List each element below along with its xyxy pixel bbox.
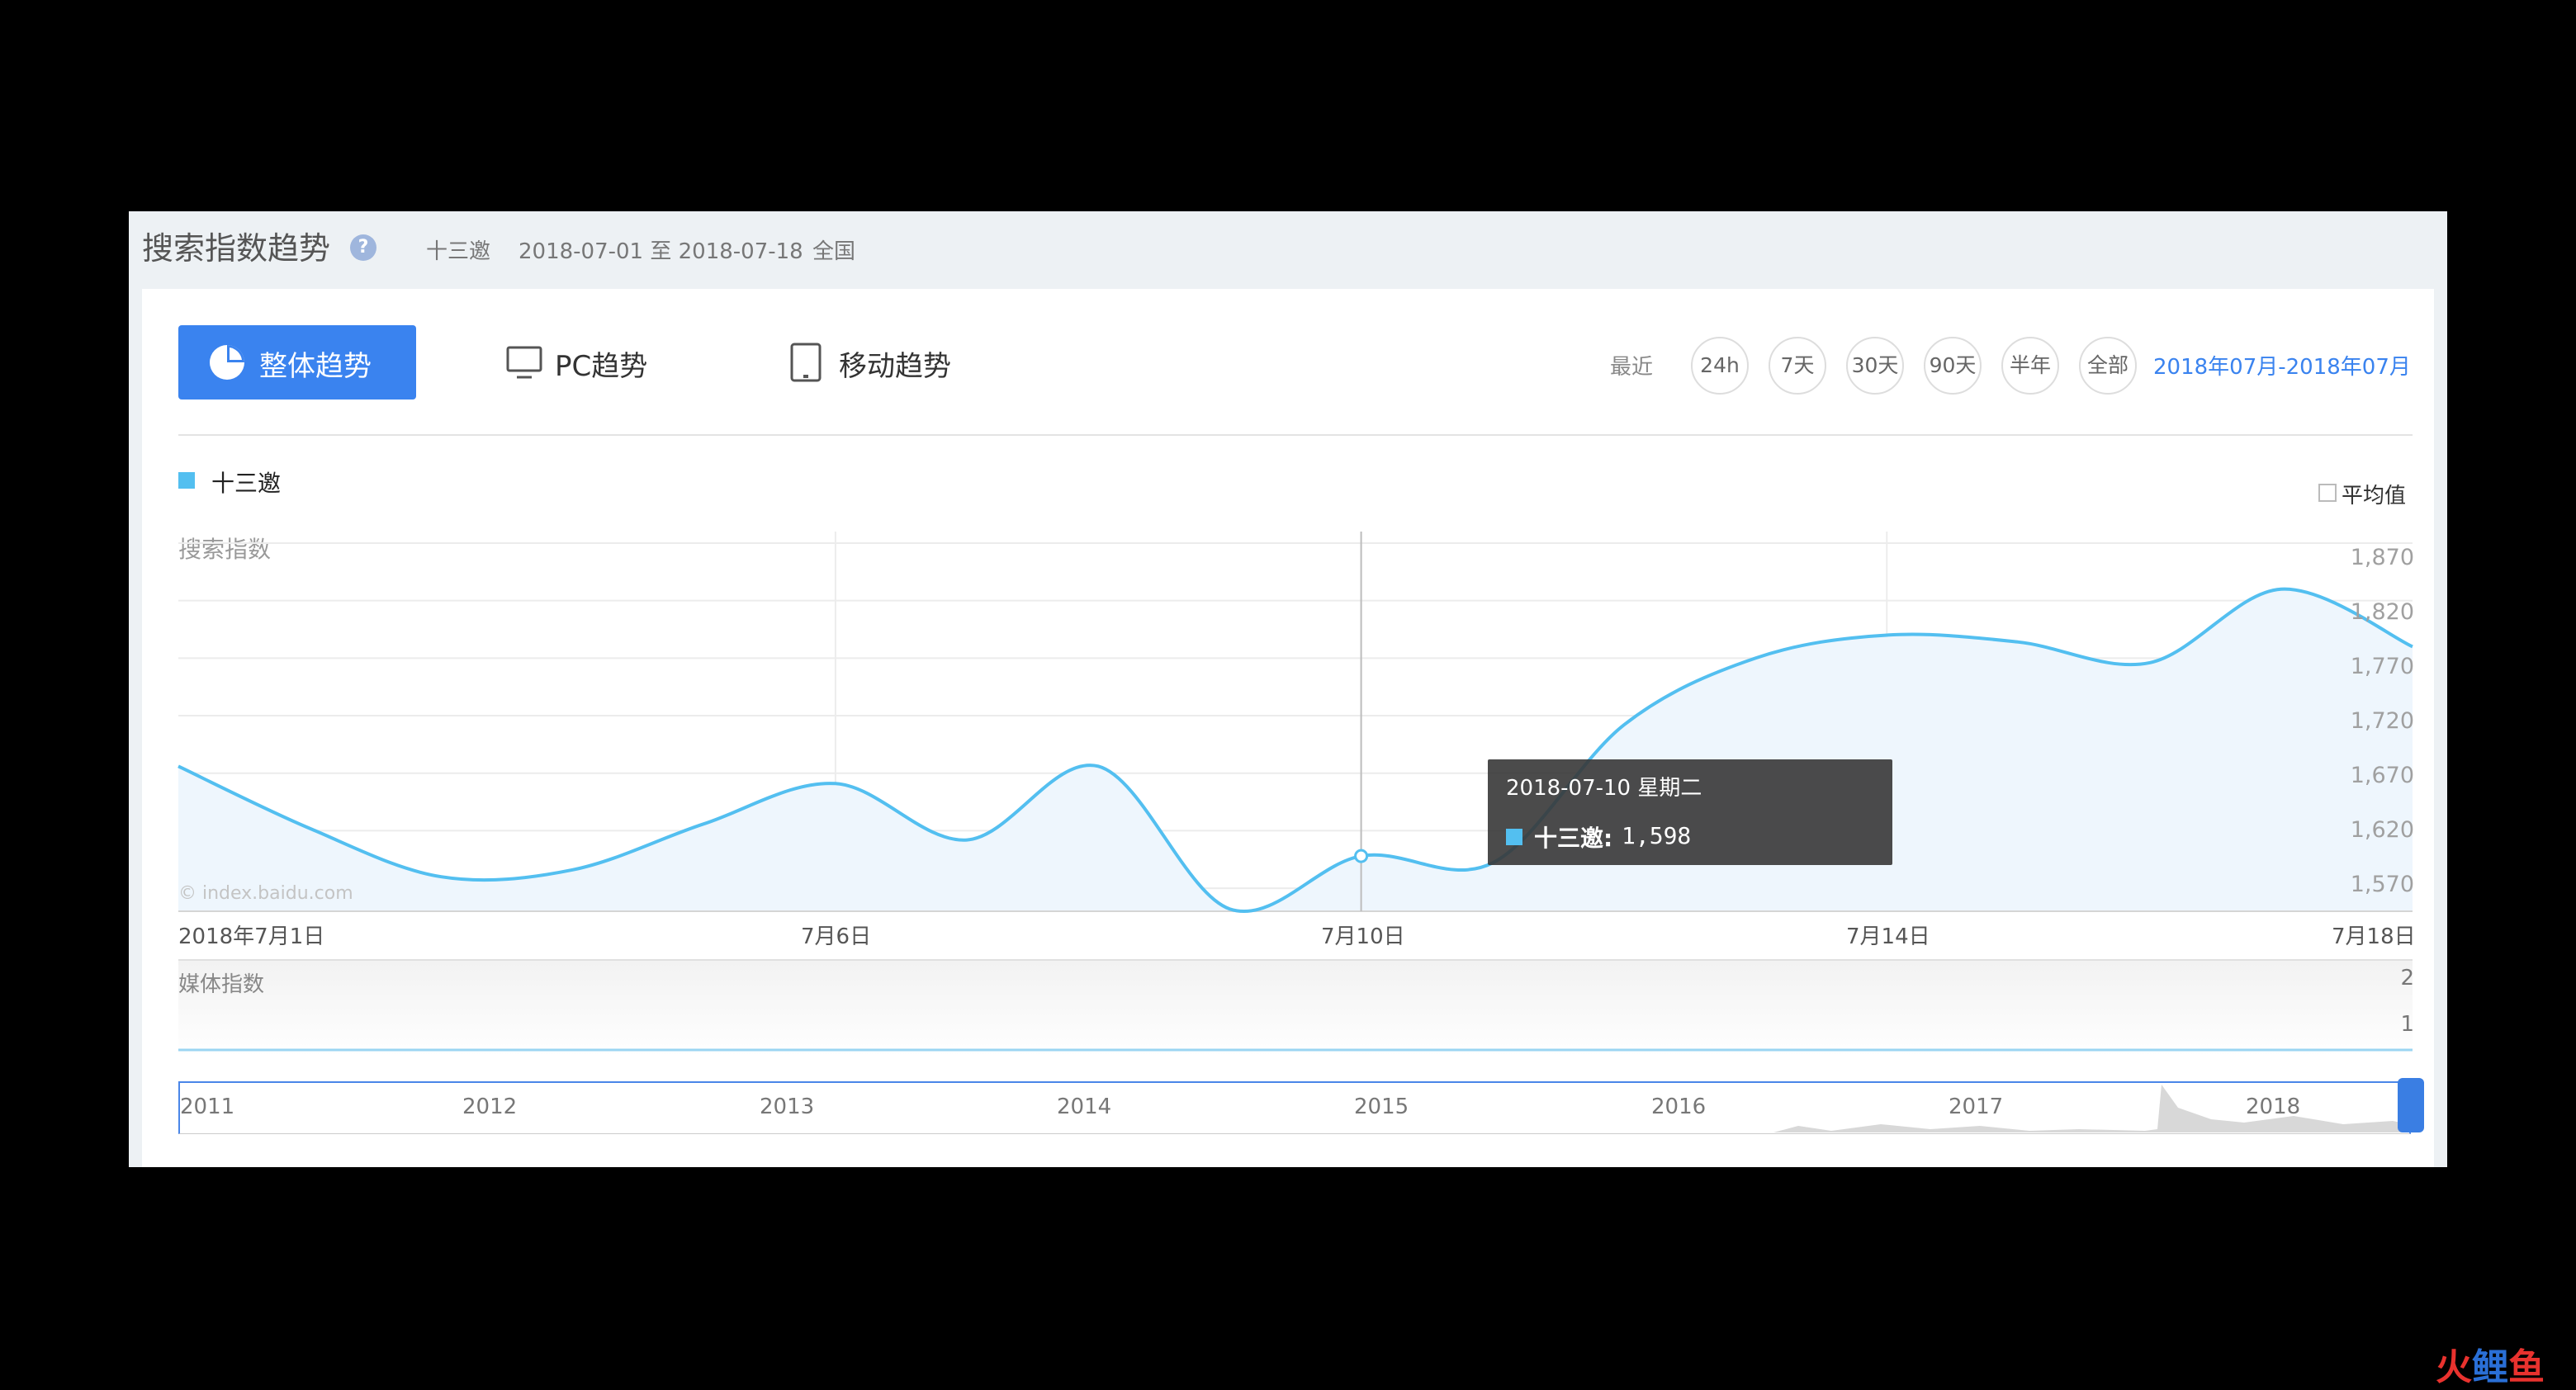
media-tick-label: 2 (2400, 966, 2414, 990)
x-tick-label: 2018年7月1日 (178, 924, 325, 949)
chart-tooltip: 2018-07-10 星期二 十三邀: 1,598 (1488, 759, 1892, 865)
x-tick-label: 7月14日 (1846, 924, 1930, 949)
page-title: 搜索指数趋势 (142, 230, 331, 267)
region-label: 全国 (812, 239, 856, 264)
logo-char: 鲤 (2472, 1346, 2508, 1388)
media-index-band (178, 959, 2413, 1057)
tooltip-value: 1,598 (1622, 822, 1692, 849)
watermark: © index.baidu.com (178, 883, 353, 904)
y-tick-label: 1,820 (2350, 599, 2414, 625)
timeline-year: 2018 (2246, 1095, 2301, 1119)
series-area (178, 589, 2413, 912)
site-logo: 火鲤鱼 (2436, 1337, 2545, 1390)
media-index-title: 媒体指数 (178, 972, 265, 997)
logo-char: 鱼 (2508, 1346, 2545, 1388)
timeline-year: 2012 (462, 1095, 518, 1119)
y-tick-label: 1,570 (2350, 872, 2414, 897)
timeline-year: 2016 (1651, 1095, 1707, 1119)
x-tick-label: 7月18日 (2332, 924, 2416, 949)
y-tick-label: 1,670 (2350, 763, 2414, 788)
tooltip-series-label: 十三邀: (1534, 825, 1613, 852)
keyword-label: 十三邀 (426, 239, 491, 264)
data-point[interactable] (1354, 849, 1369, 863)
timeline-year: 2017 (1949, 1095, 2004, 1119)
help-icon[interactable]: ? (350, 234, 376, 261)
y-tick-label: 1,620 (2350, 817, 2414, 843)
chart-card: 整体趋势 PC趋势 移动趋势 最近 24h 7天 30天 90天 半年 全部 2… (142, 289, 2434, 1167)
tooltip-swatch (1506, 829, 1522, 845)
x-tick-label: 7月6日 (801, 924, 872, 949)
search-index-panel: 搜索指数趋势 ? 十三邀 2018-07-01 至 2018-07-18 全国 … (129, 211, 2447, 1167)
y-tick-label: 1,720 (2350, 708, 2414, 734)
timeline-year: 2015 (1354, 1095, 1409, 1119)
timeline-handle[interactable] (2398, 1078, 2424, 1132)
logo-char: 火 (2436, 1346, 2472, 1388)
tooltip-date: 2018-07-10 星期二 (1506, 776, 1702, 801)
x-tick-label: 7月10日 (1321, 924, 1405, 949)
media-tick-label: 1 (2400, 1012, 2414, 1037)
timeline-year: 2013 (760, 1095, 815, 1119)
date-range-label: 2018-07-01 至 2018-07-18 (519, 239, 803, 264)
y-tick-label: 1,870 (2350, 545, 2414, 570)
timeline-year: 2011 (180, 1095, 235, 1119)
timeline-year: 2014 (1057, 1095, 1112, 1119)
y-tick-label: 1,770 (2350, 654, 2414, 679)
media-index-line (178, 1048, 2413, 1052)
